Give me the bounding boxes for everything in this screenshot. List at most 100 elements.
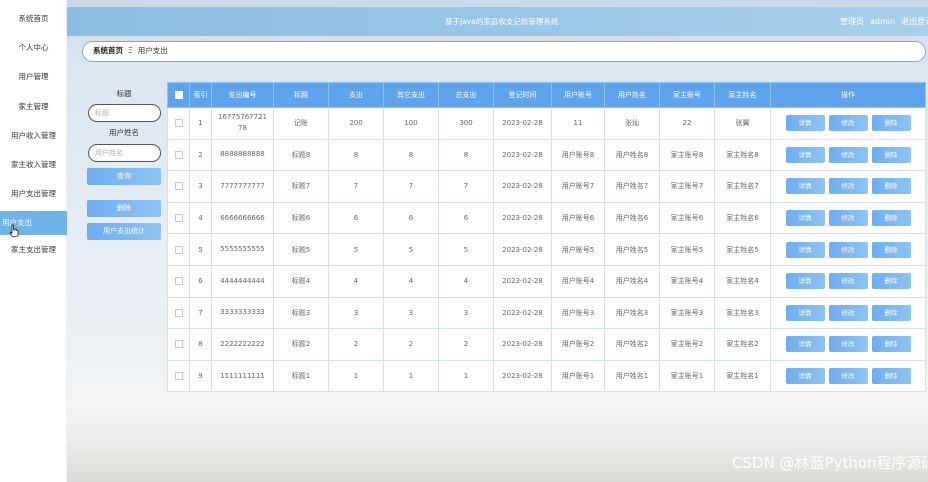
table-cell: 4 (189, 201, 212, 235)
table-cell: 3 (328, 296, 384, 330)
delete-button[interactable]: 删除 (871, 146, 911, 163)
detail-button[interactable]: 详情 (785, 146, 825, 163)
edit-button[interactable]: 修改 (828, 115, 868, 132)
delete-button[interactable]: 删除 (871, 210, 911, 227)
table-cell: 6666666666 (211, 201, 274, 235)
delete-button[interactable]: 删除 (871, 115, 911, 132)
table-cell: 2023-02-28 (493, 107, 552, 140)
edit-button[interactable]: 修改 (828, 241, 868, 258)
sidebar-item-user-mgmt[interactable]: 用户管理 (0, 65, 67, 89)
delete-button[interactable]: 删除 (871, 178, 911, 195)
table-cell: 2023-02-28 (493, 264, 552, 298)
edit-button[interactable]: 修改 (828, 304, 868, 321)
row-checkbox[interactable] (167, 201, 190, 235)
detail-button[interactable]: 详情 (785, 273, 825, 290)
row-checkbox[interactable] (167, 328, 190, 361)
table-cell: 标题7 (273, 170, 329, 203)
title-search-input[interactable] (88, 104, 161, 122)
row-checkbox[interactable] (167, 296, 190, 330)
delete-button[interactable]: 删除 (871, 336, 911, 353)
sidebar-item-owner-expense[interactable]: 家主支出管理 (0, 238, 67, 262)
breadcrumb: 系统首页 Ξ 用户支出 (82, 41, 926, 62)
table-cell: 6 (438, 201, 494, 235)
table-cell: 2 (438, 328, 494, 361)
table-row: 5 5555555555 标题5 5 5 5 2023-02-28 用户账号5 用户姓名5 家主账… (167, 233, 926, 266)
edit-button[interactable]: 修改 (828, 178, 868, 195)
top-header-bar: 基于Java的家庭收支记账管理系统 管理员 admin 退出登录 (67, 7, 928, 36)
expense-stats-button[interactable]: 用户支出统计 (87, 223, 161, 240)
sidebar-item-owner-income[interactable]: 家主收入管理 (0, 153, 67, 177)
sidebar-item-user-expense-mgmt[interactable]: 用户支出管理 (0, 182, 67, 206)
table-cell: 8 (189, 328, 212, 361)
logout-link[interactable]: 退出登录 (901, 17, 928, 26)
table-cell: 4 (328, 264, 384, 298)
table-cell: 用户姓名1 (604, 359, 660, 393)
edit-button[interactable]: 修改 (828, 368, 868, 385)
table-row: 2 8888888888 标题8 8 8 8 2023-02-28 用户账号8 用户姓名8 家主账… (167, 138, 926, 172)
table-cell: 3 (189, 170, 212, 203)
table-cell: 用户账号4 (551, 264, 605, 298)
delete-button[interactable]: 删除 (871, 241, 911, 258)
table-cell: 用户账号2 (551, 328, 605, 361)
table-cell: 4 (383, 264, 439, 298)
detail-button[interactable]: 详情 (785, 304, 825, 321)
edit-button[interactable]: 修改 (828, 146, 868, 163)
row-checkbox[interactable] (167, 107, 190, 140)
table-cell: 1 (438, 359, 494, 393)
sidebar-item-owner-mgmt[interactable]: 家主管理 (0, 95, 67, 119)
detail-button[interactable]: 详情 (785, 368, 825, 385)
delete-button[interactable]: 删除 (871, 368, 911, 385)
sidebar-item-profile[interactable]: 个人中心 (0, 36, 67, 60)
table-row: 4 6666666666 标题6 6 6 6 2023-02-28 用户账号6 用户姓名6 家主账… (167, 201, 926, 235)
delete-button[interactable]: 删除 (871, 304, 911, 321)
table-cell: 2 (328, 328, 384, 361)
detail-button[interactable]: 详情 (785, 210, 825, 227)
batch-delete-button[interactable]: 删除 (87, 200, 161, 217)
table-row: 3 7777777777 标题7 7 7 7 2023-02-28 用户账号7 用户姓名7 家主账… (167, 170, 926, 203)
query-button[interactable]: 查询 (87, 168, 161, 185)
table-cell: 1677576772178 (211, 107, 274, 140)
detail-button[interactable]: 详情 (785, 241, 825, 258)
table-cell: 7 (438, 170, 494, 203)
column-header: 支出 (328, 82, 384, 108)
detail-button[interactable]: 详情 (785, 336, 825, 353)
sidebar-item-home[interactable]: 系统首页 (0, 7, 67, 31)
hand-pointer-icon (9, 224, 19, 238)
column-header: 总支出 (438, 82, 494, 108)
table-cell: 7 (383, 170, 439, 203)
row-checkbox[interactable] (167, 138, 190, 172)
table-cell: 张翼 (714, 107, 771, 140)
table-cell: 用户姓名2 (604, 328, 660, 361)
user-role: 管理员 (840, 17, 864, 26)
row-checkbox[interactable] (167, 170, 190, 203)
delete-button[interactable]: 删除 (871, 273, 911, 290)
table-cell: 家主账号8 (659, 138, 715, 172)
row-checkbox[interactable] (167, 233, 190, 266)
edit-button[interactable]: 修改 (828, 210, 868, 227)
edit-button[interactable]: 修改 (828, 336, 868, 353)
table-cell: 2222222222 (211, 328, 274, 361)
table-cell: 标题5 (273, 233, 329, 266)
username: admin (870, 17, 896, 26)
row-checkbox[interactable] (167, 359, 190, 393)
column-header: 标题 (273, 82, 329, 108)
name-search-input[interactable] (88, 144, 161, 162)
edit-button[interactable]: 修改 (828, 273, 868, 290)
table-cell: 用户账号7 (551, 170, 605, 203)
row-actions: 详情 修改 删除 (770, 138, 926, 172)
table-cell: 用户姓名4 (604, 264, 660, 298)
select-all-checkbox[interactable] (167, 82, 190, 108)
table-row: 9 1111111111 标题1 1 1 1 2023-02-28 用户账号1 用户姓名1 家主账… (167, 359, 926, 393)
table-cell: 2023-02-28 (493, 359, 552, 393)
title-filter-label: 标题 (116, 89, 132, 98)
row-actions: 详情 修改 删除 (770, 359, 926, 393)
sidebar-item-user-income[interactable]: 用户收入管理 (0, 124, 67, 148)
detail-button[interactable]: 详情 (785, 115, 825, 132)
detail-button[interactable]: 详情 (785, 178, 825, 195)
table-cell: 家主账号5 (659, 233, 715, 266)
row-actions: 详情 修改 删除 (770, 107, 926, 140)
breadcrumb-separator: Ξ (128, 46, 133, 55)
breadcrumb-home[interactable]: 系统首页 (93, 46, 123, 55)
table-cell: 2023-02-28 (493, 201, 552, 235)
row-checkbox[interactable] (167, 264, 190, 298)
